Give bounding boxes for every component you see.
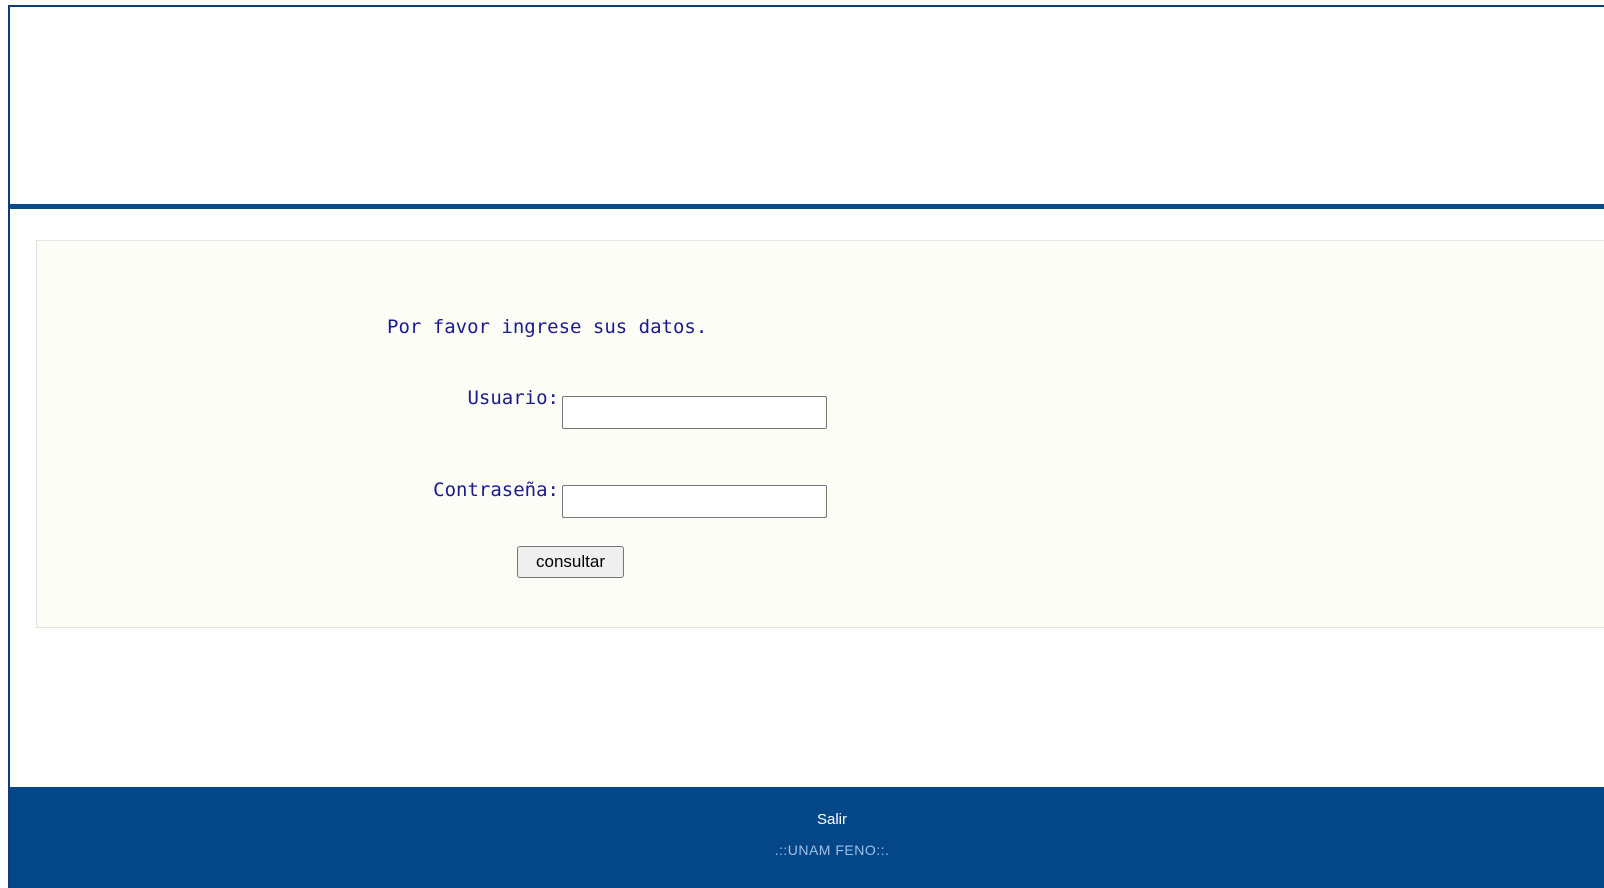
login-instruction: Por favor ingrese sus datos. bbox=[387, 316, 708, 338]
password-label: Contraseña: bbox=[433, 479, 559, 501]
submit-button[interactable]: consultar bbox=[517, 546, 624, 578]
username-input[interactable] bbox=[562, 396, 827, 429]
footer: Salir .::UNAM FENO::. bbox=[10, 787, 1604, 888]
login-panel bbox=[36, 240, 1604, 628]
footer-brand: .::UNAM FENO::. bbox=[774, 842, 890, 858]
username-label: Usuario: bbox=[467, 387, 559, 409]
password-input[interactable] bbox=[562, 485, 827, 518]
header-divider bbox=[10, 204, 1604, 209]
header-area bbox=[10, 7, 1604, 204]
exit-link[interactable]: Salir bbox=[10, 811, 1604, 828]
